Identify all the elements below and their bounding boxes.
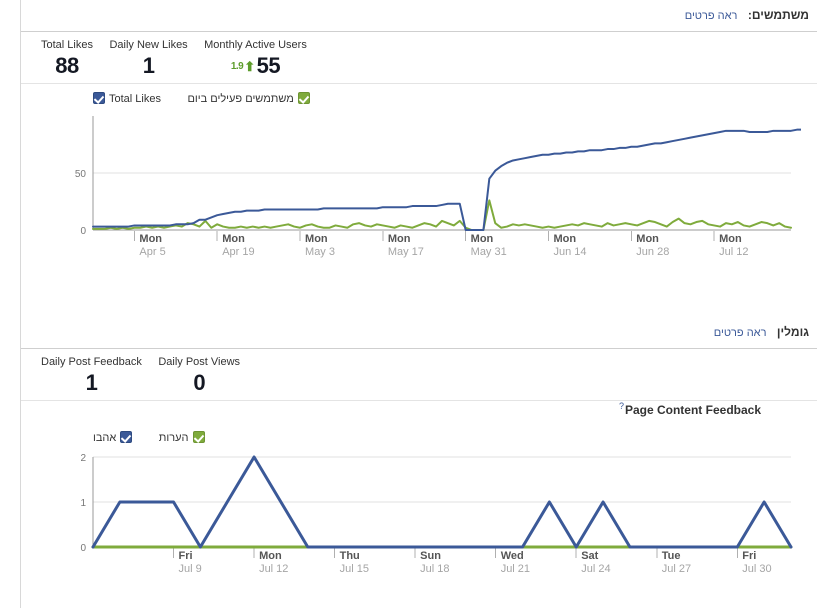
metric-total-likes: Total Likes 88: [35, 38, 99, 80]
svg-text:May 17: May 17: [388, 246, 424, 258]
svg-text:Apr 19: Apr 19: [222, 246, 254, 258]
svg-text:Mon: Mon: [259, 550, 282, 562]
metric-monthly-active-users: Monthly Active Users 1.9⬆55: [198, 38, 313, 81]
svg-text:Mon: Mon: [719, 233, 742, 245]
svg-text:0: 0: [80, 543, 86, 554]
engagement-section: גומלין ראה פרטים Daily Post Feedback 1 D…: [21, 323, 817, 587]
metric-daily-post-views-label: Daily Post Views: [158, 356, 241, 368]
engagement-see-details-link[interactable]: ראה פרטים: [714, 327, 767, 339]
svg-text:Jun 28: Jun 28: [636, 246, 669, 258]
users-section-title: משתמשים:: [747, 8, 809, 22]
svg-text:Jul 30: Jul 30: [742, 563, 771, 575]
svg-text:May 31: May 31: [471, 246, 507, 258]
svg-text:May 3: May 3: [305, 246, 335, 258]
svg-text:Jul 21: Jul 21: [501, 563, 530, 575]
help-icon[interactable]: ?: [619, 401, 624, 411]
page-content-feedback-label: Page Content Feedback: [624, 403, 761, 417]
legend-item-likes-label: אהבו: [93, 432, 117, 444]
svg-text:Sat: Sat: [581, 550, 598, 562]
legend-item-total-likes[interactable]: Total Likes: [93, 89, 161, 107]
checkbox-checked-icon[interactable]: [93, 92, 105, 104]
metric-daily-post-views: Daily Post Views 0: [152, 355, 246, 397]
svg-text:1: 1: [80, 498, 86, 509]
svg-text:Tue: Tue: [662, 550, 681, 562]
metric-monthly-active-users-value: 55: [256, 53, 281, 78]
legend-item-likes[interactable]: אהבו: [93, 428, 133, 446]
metric-daily-new-likes-value: 1: [142, 53, 155, 78]
svg-text:Apr 5: Apr 5: [139, 246, 165, 258]
svg-text:Jul 24: Jul 24: [581, 563, 610, 575]
legend-item-daily-active-users-label: משתמשים פעילים ביום: [187, 93, 294, 105]
svg-text:0: 0: [80, 226, 86, 237]
legend-item-total-likes-label: Total Likes: [109, 93, 161, 105]
legend-item-daily-active-users[interactable]: משתמשים פעילים ביום: [187, 89, 310, 107]
metric-daily-new-likes: Daily New Likes 1: [103, 38, 193, 80]
checkbox-checked-icon[interactable]: [120, 431, 133, 443]
checkbox-checked-icon[interactable]: [297, 92, 310, 104]
feedback-chart-svg: 012FriJul 9MonJul 12ThuJul 15SunJul 18We…: [80, 453, 793, 575]
svg-text:Mon: Mon: [636, 233, 659, 245]
users-chart-svg: 050MonApr 5MonApr 19MonMay 3MonMay 17Mon…: [75, 116, 801, 258]
svg-text:Jul 12: Jul 12: [719, 246, 748, 258]
svg-text:Jul 18: Jul 18: [420, 563, 449, 575]
feedback-chart[interactable]: 0 1 2 Fri Jul 9 Mon Jul 12 Thu Jul 15 Sun Jul 18 We…: [21, 447, 817, 587]
feedback-chart-legend: אהבו הערות: [21, 423, 817, 447]
metric-total-likes-label: Total Likes: [41, 39, 93, 51]
page-content-feedback-heading: ?Page Content Feedback: [21, 401, 817, 423]
legend-item-comments-label: הערות: [158, 432, 189, 444]
svg-text:Mon: Mon: [553, 233, 576, 245]
users-chart-legend: Total Likes משתמשים פעילים ביום: [21, 84, 817, 108]
users-section: משתמשים: ראה פרטים Total Likes 88 Daily …: [21, 6, 817, 268]
engagement-section-header: גומלין ראה פרטים: [21, 323, 817, 349]
svg-text:Wed: Wed: [501, 550, 524, 562]
svg-text:Jul 9: Jul 9: [179, 563, 202, 575]
checkbox-checked-icon[interactable]: [192, 431, 205, 443]
svg-text:Jul 15: Jul 15: [340, 563, 369, 575]
svg-text:2: 2: [80, 453, 86, 464]
svg-text:Mon: Mon: [139, 233, 162, 245]
arrow-up-icon: ⬆: [244, 59, 255, 74]
metric-daily-new-likes-label: Daily New Likes: [109, 39, 188, 51]
metric-delta-value: 1.9: [230, 61, 244, 72]
svg-text:Thu: Thu: [340, 550, 360, 562]
svg-text:Jul 27: Jul 27: [662, 563, 691, 575]
users-chart[interactable]: 0 50 Mon Apr 5 Mon Apr 19 Mon May 3 Mon May 17 Mon…: [21, 108, 817, 268]
svg-text:50: 50: [75, 169, 87, 180]
svg-text:Mon: Mon: [471, 233, 494, 245]
metric-monthly-active-users-label: Monthly Active Users: [204, 39, 307, 51]
metric-monthly-active-users-value-row: 1.9⬆55: [204, 52, 307, 81]
svg-text:Mon: Mon: [222, 233, 245, 245]
analytics-page: משתמשים: ראה פרטים Total Likes 88 Daily …: [0, 0, 817, 608]
engagement-section-title: גומלין: [776, 325, 809, 339]
metric-daily-post-views-value: 0: [193, 370, 206, 395]
svg-text:Mon: Mon: [305, 233, 328, 245]
svg-text:Sun: Sun: [420, 550, 441, 562]
metric-daily-post-feedback-label: Daily Post Feedback: [41, 356, 142, 368]
svg-text:Mon: Mon: [388, 233, 411, 245]
svg-text:Fri: Fri: [179, 550, 193, 562]
metric-total-likes-value: 88: [55, 53, 79, 78]
metric-daily-post-feedback: Daily Post Feedback 1: [35, 355, 148, 397]
metric-daily-post-feedback-value: 1: [85, 370, 98, 395]
users-section-header: משתמשים: ראה פרטים: [21, 6, 817, 32]
engagement-metrics-row: Daily Post Feedback 1 Daily Post Views 0: [21, 349, 817, 401]
svg-text:Jul 12: Jul 12: [259, 563, 288, 575]
svg-text:Fri: Fri: [742, 550, 756, 562]
users-metrics-row: Total Likes 88 Daily New Likes 1 Monthly…: [21, 32, 817, 84]
svg-text:Jun 14: Jun 14: [553, 246, 586, 258]
legend-item-comments[interactable]: הערות: [159, 428, 205, 446]
users-see-details-link[interactable]: ראה פרטים: [685, 10, 738, 22]
